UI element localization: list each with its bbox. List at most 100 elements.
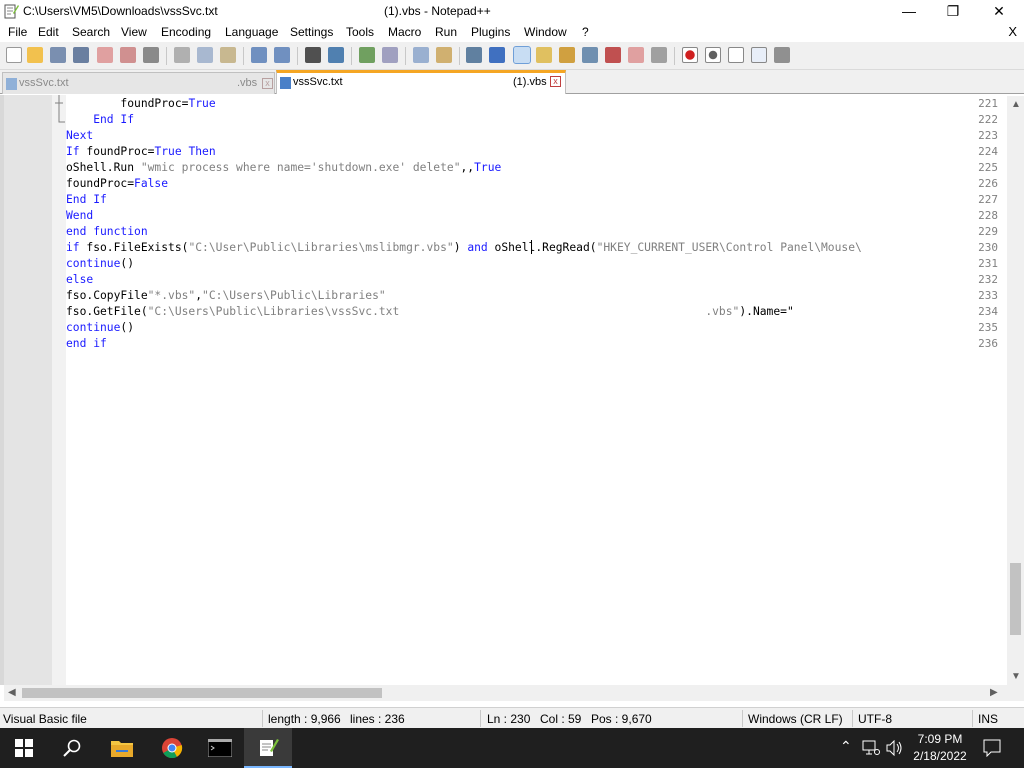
paste-icon[interactable] [220,47,236,63]
string-token: "HKEY_CURRENT_USER\Control Panel\Mouse\ [596,241,862,254]
notification-icon[interactable] [983,739,1001,757]
network-icon[interactable] [862,740,880,756]
identifier-token: ).Name=" [739,305,794,318]
menu-file[interactable]: File [8,25,27,39]
code-line[interactable]: if fso.FileExists("C:\User\Public\Librar… [66,241,862,254]
volume-icon[interactable] [886,740,904,756]
close-all-icon[interactable] [120,47,136,63]
notepadpp-taskbar-button[interactable] [244,728,292,768]
undo-icon[interactable] [251,47,267,63]
cut-icon[interactable] [174,47,190,63]
menu-view[interactable]: View [121,25,147,39]
close-file-icon[interactable] [97,47,113,63]
menu-edit[interactable]: Edit [38,25,59,39]
folder-as-workspace-icon[interactable] [628,47,644,63]
horizontal-scrollbar[interactable]: ◀ ▶ [4,685,1024,701]
menu-settings[interactable]: Settings [290,25,333,39]
line-number: 226 [978,177,998,190]
system-clock[interactable]: 7:09 PM 2/18/2022 [906,731,974,765]
code-line[interactable]: End If [66,193,107,206]
file-explorer-button[interactable] [98,728,146,768]
copy-icon[interactable] [197,47,213,63]
save-macro-icon[interactable] [774,47,790,63]
menu-plugins[interactable]: Plugins [471,25,510,39]
vertical-scroll-thumb[interactable] [1010,563,1021,635]
word-wrap-icon[interactable] [466,47,482,63]
code-editor[interactable]: foundProc=True End If Next If foundProc=Tr… [0,95,1024,685]
menu-help[interactable]: ? [582,25,589,39]
open-file-icon[interactable] [27,47,43,63]
code-line[interactable]: Wend [66,209,93,222]
menu-language[interactable]: Language [225,25,278,39]
indent-guide-icon[interactable] [513,46,531,64]
close-button[interactable]: ✕ [976,0,1022,22]
code-line[interactable]: fso.GetFile("C:\Users\Public\Libraries\v… [66,305,794,318]
vertical-scrollbar[interactable]: ▲ ▼ [1007,96,1024,685]
new-file-icon[interactable] [6,47,22,63]
menu-macro[interactable]: Macro [388,25,421,39]
monitoring-icon[interactable] [651,47,667,63]
identifier-token: = [127,177,135,190]
string-token: "C:\Users\Public\Libraries\vssSvc.txt .v… [147,305,740,318]
fold-margin[interactable] [52,95,66,685]
menu-tools[interactable]: Tools [346,25,374,39]
minimize-button[interactable]: — [886,0,932,22]
keyword-token: True [474,161,502,174]
zoom-in-icon[interactable] [359,47,375,63]
record-macro-icon[interactable] [682,47,698,63]
code-line[interactable]: foundProc=False [66,177,168,190]
function-list-icon[interactable] [605,47,621,63]
horizontal-scroll-thumb[interactable] [22,688,382,698]
code-line[interactable]: fso.CopyFile"*.vbs","C:\Users\Public\Lib… [66,289,386,302]
keyword-token: True [188,97,216,110]
replace-icon[interactable] [328,47,344,63]
tab-close-icon[interactable]: x [550,76,561,87]
code-line[interactable]: End If [66,113,134,126]
maximize-button[interactable]: ❐ [930,0,976,22]
scroll-right-icon[interactable]: ▶ [990,687,998,698]
code-line[interactable]: If foundProc=True Then [66,145,216,158]
code-line[interactable]: Next [66,129,93,142]
code-line[interactable]: continue() [66,257,134,270]
scroll-left-icon[interactable]: ◀ [8,687,16,698]
run-macro-multiple-icon[interactable] [751,47,767,63]
command-prompt-button[interactable] [196,728,244,768]
menu-window[interactable]: Window [524,25,567,39]
sync-horizontal-icon[interactable] [436,47,452,63]
save-all-icon[interactable] [73,47,89,63]
zoom-out-icon[interactable] [382,47,398,63]
code-line[interactable]: else [66,273,93,286]
identifier-token: foundProc [86,145,148,158]
menu-search[interactable]: Search [72,25,110,39]
sync-vertical-icon[interactable] [413,47,429,63]
save-icon[interactable] [50,47,66,63]
code-line[interactable]: end if [66,337,107,350]
code-line[interactable]: foundProc=True [66,97,216,110]
tab-label: vssSvc.txt [19,77,69,89]
code-line[interactable]: end function [66,225,148,238]
menu-encoding[interactable]: Encoding [161,25,211,39]
identifier-token: ,, [460,161,475,174]
doc-list-icon[interactable] [582,47,598,63]
stop-macro-icon[interactable] [705,47,721,63]
find-icon[interactable] [305,47,321,63]
tab-vsssvc-vbs[interactable]: vssSvc.txt .vbs x [2,72,275,94]
code-line[interactable]: continue() [66,321,134,334]
scroll-up-icon[interactable]: ▲ [1011,99,1021,110]
search-button[interactable] [48,728,96,768]
play-macro-icon[interactable] [728,47,744,63]
tab-vsssvc-1-vbs[interactable]: vssSvc.txt (1).vbs x [276,70,566,94]
udl-icon[interactable] [536,47,552,63]
code-line[interactable]: oShell.Run "wmic process where name='shu… [66,161,501,174]
print-icon[interactable] [143,47,159,63]
menu-run[interactable]: Run [435,25,457,39]
show-all-characters-icon[interactable] [489,47,505,63]
chrome-button[interactable] [148,728,196,768]
scroll-down-icon[interactable]: ▼ [1011,671,1021,682]
close-document-button[interactable]: X [1008,24,1017,39]
doc-map-icon[interactable] [559,47,575,63]
start-button[interactable] [0,728,48,768]
redo-icon[interactable] [274,47,290,63]
tab-close-icon[interactable]: x [262,78,273,89]
tray-chevron-up-icon[interactable]: ⌃ [840,738,852,755]
